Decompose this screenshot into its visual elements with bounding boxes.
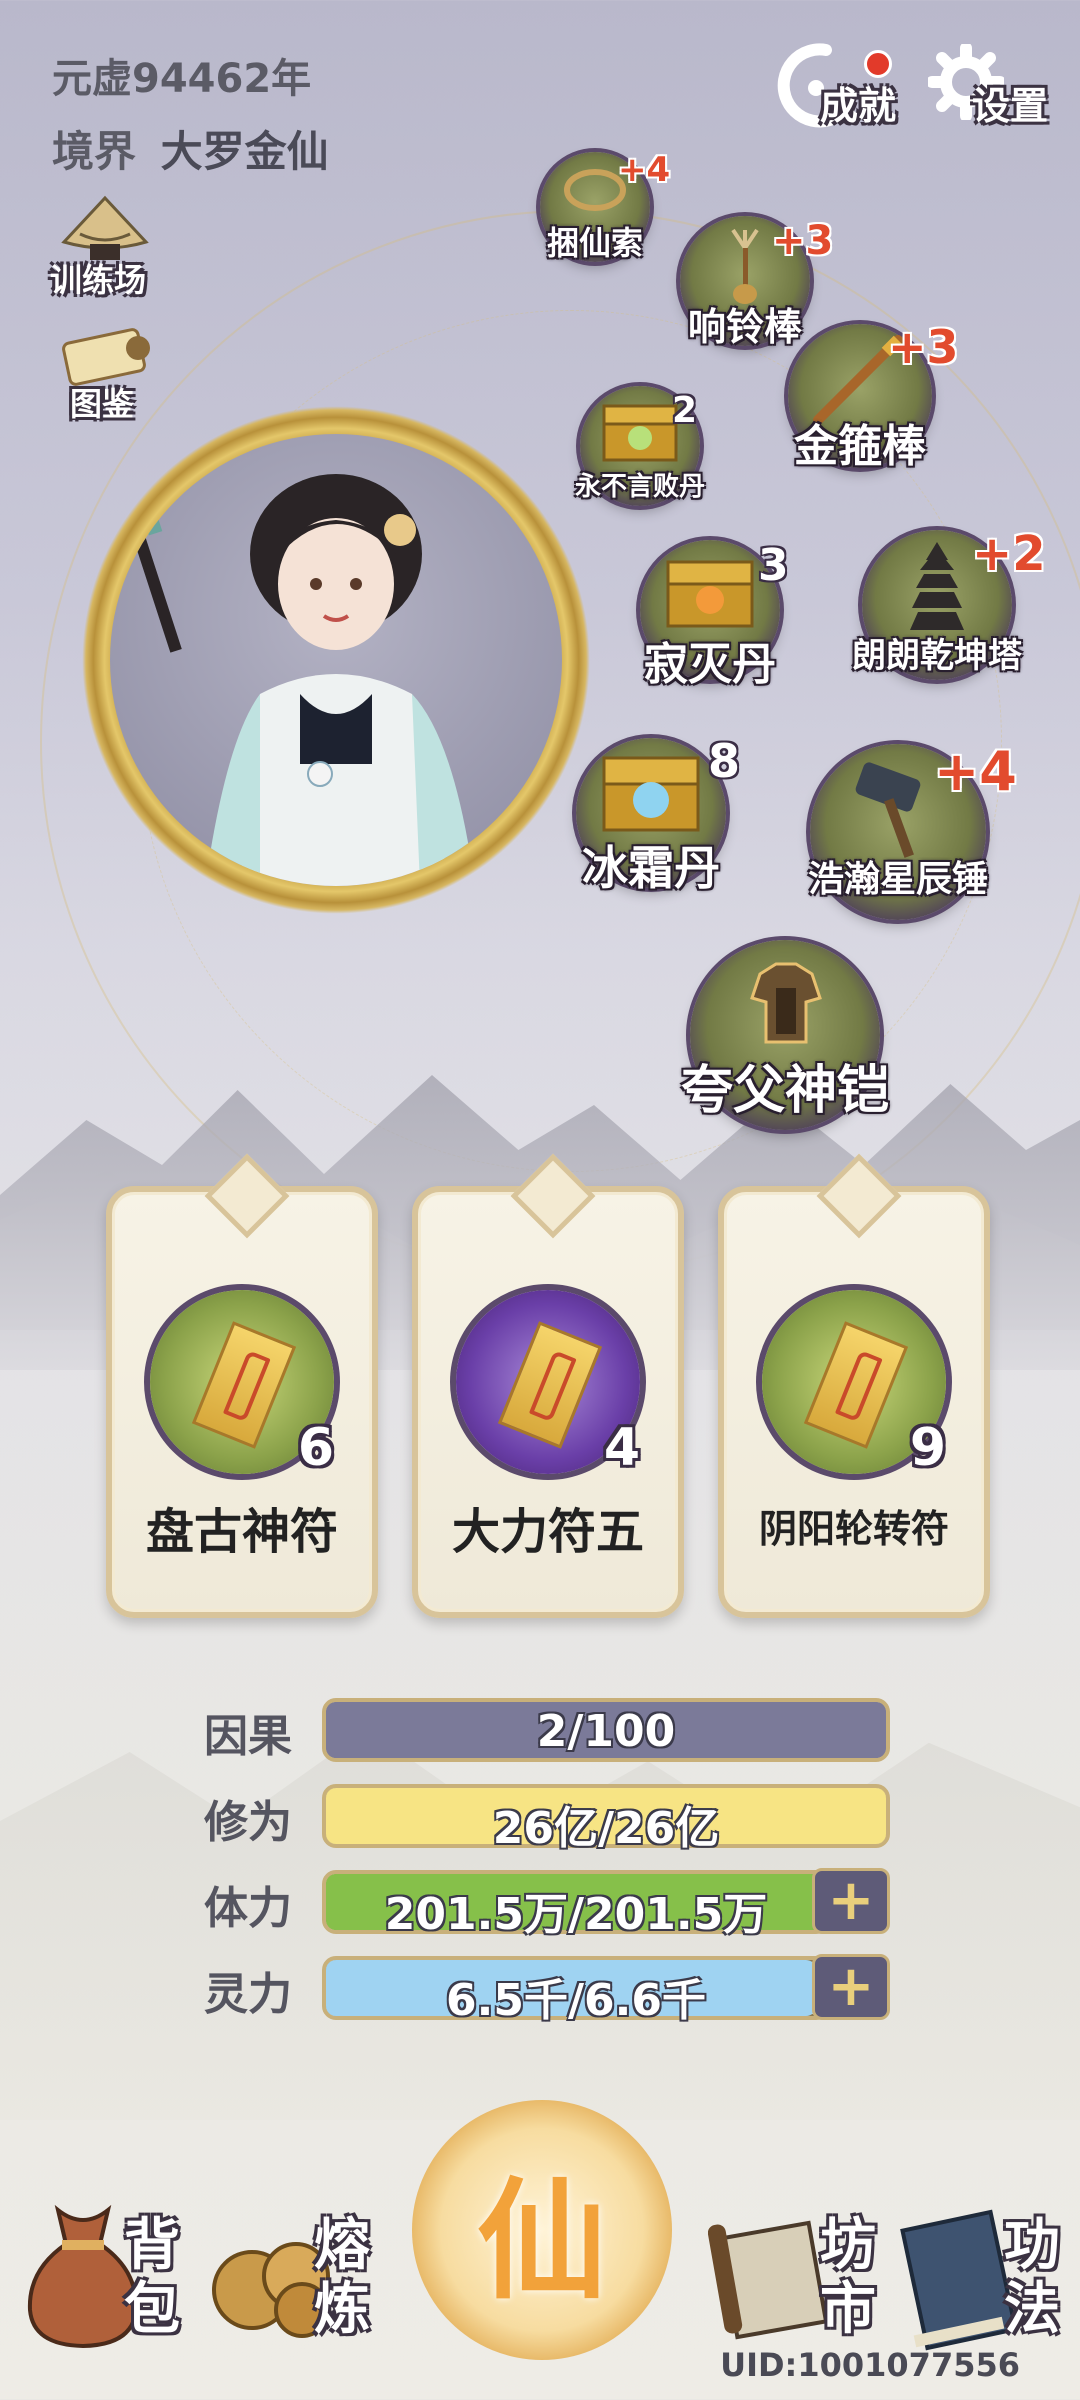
settings-button[interactable]: 设置	[928, 40, 1058, 140]
nav-smelt-button[interactable]: 熔炼	[206, 2190, 396, 2390]
talisman-paper-icon	[803, 1321, 909, 1449]
equipment-name: 永不言败丹	[574, 472, 705, 502]
realm-value: 大罗金仙	[160, 127, 329, 176]
nav-bag-label: 背包	[124, 2214, 184, 2342]
chest-icon	[602, 404, 678, 462]
nav-market-label: 坊市	[820, 2214, 880, 2342]
stamina-add-button[interactable]: +	[812, 1868, 890, 1934]
equipment-name: 浩瀚星辰锤	[807, 859, 988, 900]
equipment-level: +2	[972, 526, 1046, 582]
nav-bag-text: 背包	[124, 2213, 180, 2342]
bar-value: 26亿/26亿	[492, 1803, 720, 1854]
talisman-card[interactable]: 9 阴阳轮转符	[718, 1153, 990, 1618]
equipment-bell-staff[interactable]: +3 响铃棒	[680, 216, 833, 349]
stat-label-stamina: 体力	[204, 1883, 292, 1934]
talisman-count: 4	[603, 1418, 640, 1478]
armor-icon	[750, 962, 822, 1044]
cultivation-bar: 26亿/26亿	[322, 1784, 890, 1854]
equipment-level: +3	[888, 320, 959, 374]
realm-label: 境界	[52, 127, 137, 176]
codex-button[interactable]: 图鉴	[50, 322, 160, 432]
talisman-paper-icon	[497, 1321, 603, 1449]
stamina-bar: 201.5万/201.5万	[322, 1870, 830, 1940]
equipment-frost-pill[interactable]: 8 冰霜丹	[576, 734, 740, 895]
spirit-bar: 6.5千/6.6千	[322, 1956, 830, 2026]
equipment-level: +4	[934, 740, 1017, 803]
nav-market-text: 坊市	[820, 2213, 876, 2342]
hammer-icon	[855, 762, 921, 858]
equipment-name: 金箍棒	[794, 421, 926, 472]
equipment-binding-rope[interactable]: +4 捆仙索	[540, 150, 670, 262]
chest-icon	[666, 560, 754, 628]
achievements-label: 成就	[820, 84, 897, 128]
stat-label-karma: 因果	[204, 1711, 292, 1762]
equipment-never-give-up-pill[interactable]: 2 永不言败丹	[575, 386, 705, 506]
talisman-name: 阴阳轮转符	[758, 1507, 949, 1551]
talisman-card[interactable]: 4 大力符五	[412, 1153, 684, 1618]
map-scroll-icon	[708, 2220, 829, 2340]
item-count: 2	[672, 390, 698, 431]
spirit-add-button[interactable]: +	[812, 1954, 890, 2020]
equipment-name: 朗朗乾坤塔	[852, 636, 1022, 676]
equipment-heaven-earth-pagoda[interactable]: +2 朗朗乾坤塔	[852, 526, 1046, 680]
nav-immortal-label: 仙	[476, 2165, 607, 2317]
equipment-name: 夸父神铠	[680, 1061, 889, 1121]
bar-value: 2/100	[536, 1706, 676, 1757]
realm-row: 境界 大罗金仙	[52, 118, 329, 179]
scroll-icon	[62, 328, 150, 386]
codex-label: 图鉴	[70, 385, 135, 423]
talisman-card[interactable]: 6 盘古神符	[106, 1153, 378, 1618]
bar-value: 201.5万/201.5万	[384, 1889, 768, 1940]
nav-bag-button[interactable]: 背包	[12, 2190, 192, 2390]
item-count: 8	[708, 734, 741, 788]
character-portrait[interactable]	[110, 434, 562, 886]
karma-bar: 2/100	[322, 1698, 890, 1762]
talisman-name: 大力符五	[451, 1504, 644, 1560]
talisman-count: 9	[909, 1418, 946, 1478]
settings-label: 设置	[972, 84, 1049, 128]
chest-icon	[602, 756, 700, 832]
equipment-level: +3	[772, 218, 834, 264]
equipment-nirvana-pill[interactable]: 3 寂灭丹	[640, 540, 789, 690]
equipment-name: 捆仙索	[546, 224, 643, 262]
nav-skills-label: 功法	[1004, 2214, 1064, 2342]
bar-value: 6.5千/6.6千	[446, 1975, 706, 2026]
training-ground-label: 训练场	[50, 261, 147, 299]
nav-smelt-text: 熔炼	[314, 2213, 370, 2342]
equipment-name: 寂灭丹	[644, 639, 776, 690]
stat-label-spirit: 灵力	[204, 1969, 292, 2020]
pagoda-icon	[910, 542, 964, 630]
notification-dot	[864, 50, 892, 78]
item-count: 3	[758, 540, 789, 591]
nav-skills-text: 功法	[1004, 2213, 1060, 2342]
era-text: 元虚94462年	[52, 56, 312, 102]
character-illustration	[130, 474, 470, 886]
straw-hat-icon	[61, 195, 149, 260]
equipment-name: 冰霜丹	[582, 841, 720, 895]
user-id: UID:1001077556	[720, 2346, 1020, 2384]
equipment-kuafu-armor[interactable]: 夸父神铠	[681, 940, 889, 1130]
training-ground-button[interactable]: 训练场	[50, 194, 160, 304]
talisman-paper-icon	[191, 1321, 297, 1449]
stat-label-cultivation: 修为	[204, 1797, 292, 1848]
nav-smelt-label: 熔炼	[314, 2214, 374, 2342]
nav-immortal-button[interactable]: 仙	[412, 2100, 672, 2360]
talisman-count: 6	[297, 1418, 334, 1478]
equipment-level: +4	[618, 150, 671, 190]
achievements-button[interactable]: 成就	[770, 40, 900, 140]
equipment-golden-cudgel[interactable]: +3 金箍棒	[788, 320, 959, 472]
talisman-name: 盘古神符	[145, 1504, 338, 1560]
equipment-star-hammer[interactable]: +4 浩瀚星辰锤	[808, 740, 1017, 920]
book-icon	[900, 2209, 1018, 2351]
